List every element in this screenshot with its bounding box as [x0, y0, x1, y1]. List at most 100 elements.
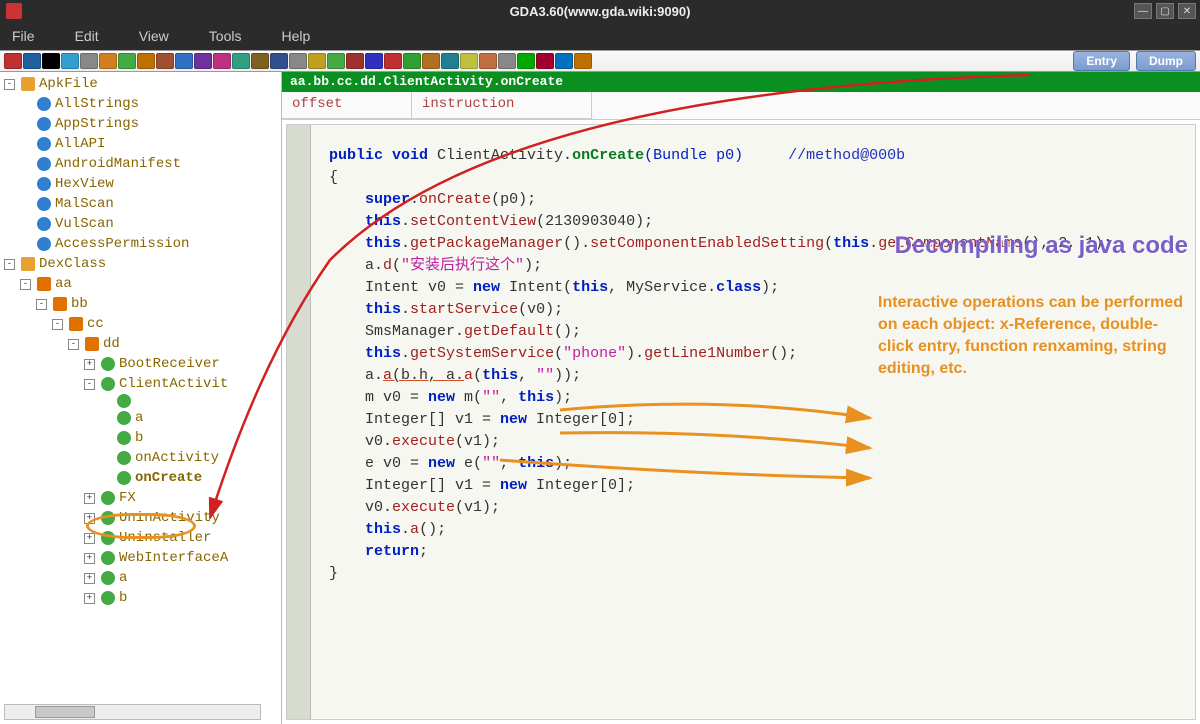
tree-item-dd[interactable]: - dd — [0, 334, 281, 354]
tree-item-b2[interactable]: + b — [0, 588, 281, 608]
folder-icon — [21, 257, 35, 271]
tree-label: onCreate — [135, 468, 202, 488]
blue-icon — [37, 217, 51, 231]
tree-item-n1[interactable]: AllStrings — [0, 94, 281, 114]
expander-icon[interactable]: + — [84, 533, 95, 544]
tree-item-unin[interactable]: + UninActivity — [0, 508, 281, 528]
tree-item-client[interactable]: - ClientActivit — [0, 374, 281, 394]
expander-icon[interactable]: - — [36, 299, 47, 310]
toolbar-icon-8[interactable] — [156, 53, 174, 69]
tree-item-onact[interactable]: onActivity — [0, 448, 281, 468]
green-icon — [101, 377, 115, 391]
toolbar: Entry Dump — [0, 50, 1200, 72]
expander-icon[interactable]: + — [84, 593, 95, 604]
tree-item-n2[interactable]: AppStrings — [0, 114, 281, 134]
expander-icon[interactable]: + — [84, 493, 95, 504]
toolbar-icon-28[interactable] — [536, 53, 554, 69]
green-icon — [117, 471, 131, 485]
expander-icon[interactable]: - — [4, 259, 15, 270]
green-icon — [101, 591, 115, 605]
expander-icon[interactable]: - — [20, 279, 31, 290]
toolbar-icon-14[interactable] — [270, 53, 288, 69]
tree-item-oncreate[interactable]: onCreate — [0, 468, 281, 488]
sidebar-tree[interactable]: - ApkFile AllStrings AppStrings AllAPI A… — [0, 72, 282, 724]
tree-item-dex[interactable]: - DexClass — [0, 254, 281, 274]
menu-help[interactable]: Help — [281, 28, 310, 44]
tree-item-n8[interactable]: AccessPermission — [0, 234, 281, 254]
maximize-button[interactable]: ▢ — [1156, 3, 1174, 19]
expander-icon[interactable]: - — [52, 319, 63, 330]
tree-item-boot[interactable]: + BootReceiver — [0, 354, 281, 374]
toolbar-icon-21[interactable] — [403, 53, 421, 69]
toolbar-icon-29[interactable] — [555, 53, 573, 69]
expander-icon[interactable]: + — [84, 513, 95, 524]
tree-item-cc[interactable]: - cc — [0, 314, 281, 334]
toolbar-icon-10[interactable] — [194, 53, 212, 69]
tree-label: aa — [55, 274, 72, 294]
tree-item-n3[interactable]: AllAPI — [0, 134, 281, 154]
toolbar-icon-15[interactable] — [289, 53, 307, 69]
toolbar-icon-3[interactable] — [61, 53, 79, 69]
expander-icon[interactable]: - — [84, 379, 95, 390]
tree-item-n5[interactable]: HexView — [0, 174, 281, 194]
toolbar-icon-11[interactable] — [213, 53, 231, 69]
column-headers: offset instruction — [282, 92, 1200, 120]
tree-item-root[interactable]: - ApkFile — [0, 74, 281, 94]
toolbar-icon-17[interactable] — [327, 53, 345, 69]
tree-item-uninst[interactable]: + Uninstaller — [0, 528, 281, 548]
horizontal-scrollbar[interactable] — [4, 704, 261, 720]
dump-button[interactable]: Dump — [1136, 51, 1196, 71]
green-icon — [117, 451, 131, 465]
tree-item-bb[interactable]: - bb — [0, 294, 281, 314]
minimize-button[interactable]: — — [1134, 3, 1152, 19]
toolbar-icon-20[interactable] — [384, 53, 402, 69]
toolbar-icon-30[interactable] — [574, 53, 592, 69]
toolbar-icon-25[interactable] — [479, 53, 497, 69]
toolbar-icon-13[interactable] — [251, 53, 269, 69]
tree-item-fx[interactable]: + FX — [0, 488, 281, 508]
tree-item-n7[interactable]: VulScan — [0, 214, 281, 234]
tree-item-n4[interactable]: AndroidManifest — [0, 154, 281, 174]
toolbar-icon-5[interactable] — [99, 53, 117, 69]
toolbar-icon-1[interactable] — [23, 53, 41, 69]
tree-label: ApkFile — [39, 74, 98, 94]
tree-item-a2[interactable]: + a — [0, 568, 281, 588]
tree-item-init[interactable] — [0, 394, 281, 408]
expander-icon[interactable]: - — [4, 79, 15, 90]
expander-icon[interactable]: - — [68, 339, 79, 350]
toolbar-icon-7[interactable] — [137, 53, 155, 69]
toolbar-icon-26[interactable] — [498, 53, 516, 69]
toolbar-icon-16[interactable] — [308, 53, 326, 69]
tree-item-b1[interactable]: b — [0, 428, 281, 448]
toolbar-icon-22[interactable] — [422, 53, 440, 69]
toolbar-icon-24[interactable] — [460, 53, 478, 69]
menu-tools[interactable]: Tools — [209, 28, 242, 44]
toolbar-icon-23[interactable] — [441, 53, 459, 69]
blue-icon — [37, 157, 51, 171]
tree-item-aa[interactable]: - aa — [0, 274, 281, 294]
toolbar-icon-9[interactable] — [175, 53, 193, 69]
expander-icon[interactable]: + — [84, 573, 95, 584]
toolbar-icon-18[interactable] — [346, 53, 364, 69]
toolbar-icon-19[interactable] — [365, 53, 383, 69]
tree-item-a1[interactable]: a — [0, 408, 281, 428]
toolbar-icon-2[interactable] — [42, 53, 60, 69]
tree-item-web[interactable]: + WebInterfaceA — [0, 548, 281, 568]
entry-button[interactable]: Entry — [1073, 51, 1130, 71]
tree-item-n6[interactable]: MalScan — [0, 194, 281, 214]
tree-label: AndroidManifest — [55, 154, 181, 174]
tree-label: FX — [119, 488, 136, 508]
toolbar-icon-27[interactable] — [517, 53, 535, 69]
expander-icon[interactable]: + — [84, 359, 95, 370]
menu-edit[interactable]: Edit — [75, 28, 99, 44]
toolbar-icon-0[interactable] — [4, 53, 22, 69]
toolbar-icon-4[interactable] — [80, 53, 98, 69]
expander-icon[interactable]: + — [84, 553, 95, 564]
menu-view[interactable]: View — [139, 28, 169, 44]
code-viewer[interactable]: public void ClientActivity.onCreate(Bund… — [286, 124, 1196, 720]
close-button[interactable]: ✕ — [1178, 3, 1196, 19]
menu-file[interactable]: File — [12, 28, 35, 44]
toolbar-icon-6[interactable] — [118, 53, 136, 69]
green-icon — [101, 491, 115, 505]
toolbar-icon-12[interactable] — [232, 53, 250, 69]
